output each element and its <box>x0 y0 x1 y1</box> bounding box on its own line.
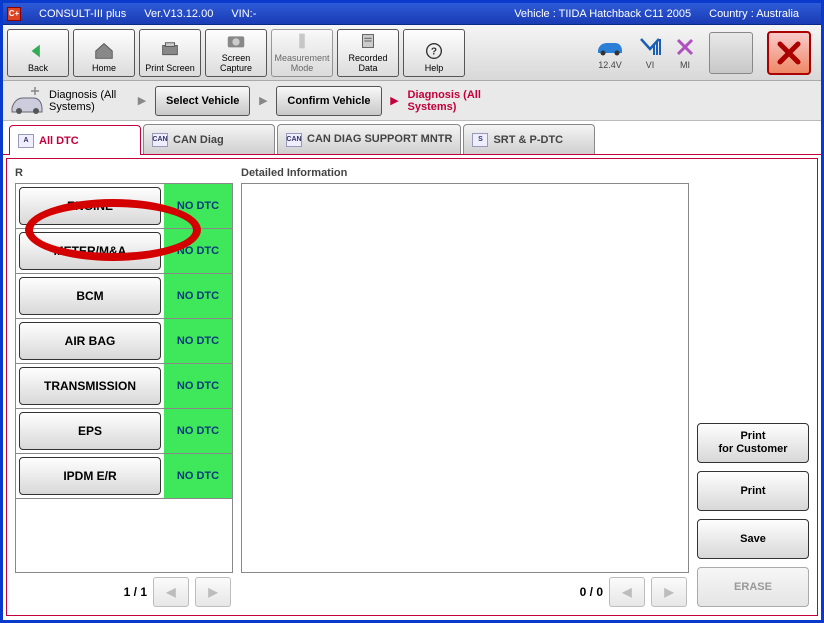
system-row: IPDM E/R NO DTC <box>16 454 232 499</box>
systems-next-button[interactable]: ▶ <box>195 577 231 607</box>
system-row: METER/M&A NO DTC <box>16 229 232 274</box>
systems-pager: 1 / 1 ◀ ▶ <box>15 573 233 607</box>
chevron-right-icon: ▶ <box>254 94 272 107</box>
system-status: NO DTC <box>164 184 232 228</box>
detail-prev-button[interactable]: ◀ <box>609 577 645 607</box>
systems-pager-label: 1 / 1 <box>124 585 147 599</box>
breadcrumb-start: Diagnosis (All Systems) <box>49 89 129 113</box>
systems-header: R <box>15 167 233 181</box>
close-icon <box>776 40 802 66</box>
system-airbag-button[interactable]: AIR BAG <box>19 322 161 360</box>
back-button[interactable]: Back <box>7 29 69 77</box>
detail-column: Detailed Information 0 / 0 ◀ ▶ <box>241 167 689 607</box>
detail-pager-label: 0 / 0 <box>580 585 603 599</box>
measurement-icon <box>291 31 313 51</box>
country-label: Country : Australia <box>709 8 799 20</box>
back-icon <box>27 41 49 61</box>
actions-column: Print for Customer Print Save ERASE <box>697 167 809 607</box>
recorded-data-icon <box>357 31 379 51</box>
system-status: NO DTC <box>164 319 232 363</box>
svg-text:?: ? <box>431 46 437 57</box>
measurement-mode-button: Measurement Mode <box>271 29 333 77</box>
breadcrumb-current: Diagnosis (All Systems) <box>408 89 508 113</box>
diagnosis-icon <box>9 86 45 116</box>
tab-mini-icon: CAN <box>286 133 302 147</box>
tab-bar: A All DTC CAN CAN Diag CAN CAN DIAG SUPP… <box>3 121 821 155</box>
system-row: EPS NO DTC <box>16 409 232 454</box>
system-status: NO DTC <box>164 274 232 318</box>
print-button[interactable]: Print <box>697 471 809 511</box>
car-icon <box>595 36 625 58</box>
vehicle-label: Vehicle : TIIDA Hatchback C11 2005 <box>514 8 691 20</box>
main-panel: R ENGINE NO DTC METER/M&A NO DTC BCM NO … <box>6 158 818 616</box>
camera-icon <box>225 31 247 51</box>
system-status: NO DTC <box>164 364 232 408</box>
mi-x-icon <box>675 36 695 58</box>
detail-header: Detailed Information <box>241 167 689 181</box>
system-transmission-button[interactable]: TRANSMISSION <box>19 367 161 405</box>
voltage-status: 12.4V <box>595 36 625 70</box>
recorded-data-button[interactable]: Recorded Data <box>337 29 399 77</box>
home-button[interactable]: Home <box>73 29 135 77</box>
detail-pager: 0 / 0 ◀ ▶ <box>241 573 689 607</box>
app-version: Ver.V13.12.00 <box>144 8 213 20</box>
vin-label: VIN:- <box>231 8 256 20</box>
battery-indicator <box>709 32 753 74</box>
system-row: BCM NO DTC <box>16 274 232 319</box>
screen-capture-button[interactable]: Screen Capture <box>205 29 267 77</box>
status-group: 12.4V VI MI <box>595 31 817 75</box>
system-meter-button[interactable]: METER/M&A <box>19 232 161 270</box>
vi-status: VI <box>639 36 661 70</box>
systems-prev-button[interactable]: ◀ <box>153 577 189 607</box>
confirm-vehicle-step[interactable]: Confirm Vehicle <box>276 86 381 116</box>
systems-column: R ENGINE NO DTC METER/M&A NO DTC BCM NO … <box>15 167 233 607</box>
system-bcm-button[interactable]: BCM <box>19 277 161 315</box>
print-screen-icon <box>159 41 181 61</box>
system-row: ENGINE NO DTC <box>16 184 232 229</box>
system-row: TRANSMISSION NO DTC <box>16 364 232 409</box>
app-icon: C+ <box>7 7 21 21</box>
tab-can-diag[interactable]: CAN CAN Diag <box>143 124 275 154</box>
tab-srt-pdtc[interactable]: S SRT & P-DTC <box>463 124 595 154</box>
system-status: NO DTC <box>164 229 232 273</box>
close-button[interactable] <box>767 31 811 75</box>
system-status: NO DTC <box>164 454 232 498</box>
system-ipdm-button[interactable]: IPDM E/R <box>19 457 161 495</box>
system-engine-button[interactable]: ENGINE <box>19 187 161 225</box>
title-bar: C+ CONSULT-III plus Ver.V13.12.00 VIN:- … <box>3 3 821 25</box>
tab-all-dtc[interactable]: A All DTC <box>9 125 141 155</box>
tab-can-diag-support[interactable]: CAN CAN DIAG SUPPORT MNTR <box>277 124 461 154</box>
breadcrumb: Diagnosis (All Systems) ▶ Select Vehicle… <box>3 81 821 121</box>
detail-box <box>241 183 689 573</box>
print-screen-button[interactable]: Print Screen <box>139 29 201 77</box>
chevron-right-icon: ▶ <box>133 94 151 107</box>
select-vehicle-step[interactable]: Select Vehicle <box>155 86 250 116</box>
save-button[interactable]: Save <box>697 519 809 559</box>
help-icon: ? <box>423 41 445 61</box>
system-eps-button[interactable]: EPS <box>19 412 161 450</box>
app-window: C+ CONSULT-III plus Ver.V13.12.00 VIN:- … <box>0 0 824 623</box>
home-icon <box>93 41 115 61</box>
chevron-right-icon: ▶ <box>386 94 404 107</box>
system-row: AIR BAG NO DTC <box>16 319 232 364</box>
vi-signal-icon <box>639 36 661 58</box>
mi-status: MI <box>675 36 695 70</box>
tab-mini-icon: CAN <box>152 133 168 147</box>
system-status: NO DTC <box>164 409 232 453</box>
app-name: CONSULT-III plus <box>39 8 126 20</box>
help-button[interactable]: ? Help <box>403 29 465 77</box>
toolbar: Back Home Print Screen Screen Capture Me… <box>3 25 821 81</box>
erase-button[interactable]: ERASE <box>697 567 809 607</box>
detail-next-button[interactable]: ▶ <box>651 577 687 607</box>
print-customer-button[interactable]: Print for Customer <box>697 423 809 463</box>
systems-list: ENGINE NO DTC METER/M&A NO DTC BCM NO DT… <box>15 183 233 573</box>
tab-mini-icon: A <box>18 134 34 148</box>
tab-mini-icon: S <box>472 133 488 147</box>
